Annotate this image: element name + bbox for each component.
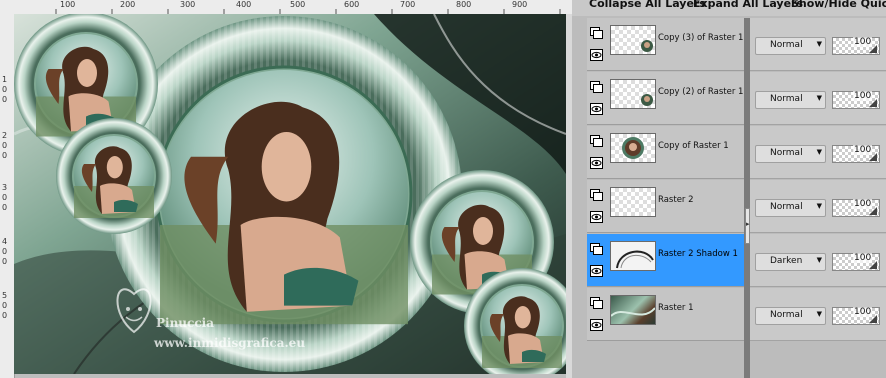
ruler-label: 0 <box>2 311 8 320</box>
show-hide-quick-button[interactable]: Show/Hide Quick S <box>791 0 886 10</box>
layer-properties-row: Darken ▼ 100 <box>750 234 886 287</box>
layer-row[interactable]: Raster 2 Shadow 1 <box>587 234 745 287</box>
layer-thumbnail <box>610 187 656 217</box>
blend-mode-value: Normal <box>770 202 803 212</box>
ruler-label: 0 <box>2 203 8 212</box>
ruler-label: 0 <box>2 151 8 160</box>
blend-mode-dropdown[interactable]: Normal ▼ <box>755 91 826 109</box>
layer-thumbnail <box>610 133 656 163</box>
layer-thumbnail <box>610 25 656 55</box>
layer-name: Copy of Raster 1 <box>658 141 729 151</box>
layer-thumbnail <box>610 295 656 325</box>
layer-row[interactable]: Copy (3) of Raster 1 <box>587 18 745 71</box>
opacity-ramp-icon <box>869 153 877 161</box>
ruler-label: 0 <box>2 141 8 150</box>
chevron-down-icon: ▼ <box>816 40 822 48</box>
watermark-site: www.inmidisgrafica.eu <box>154 336 306 350</box>
layer-properties-row: Normal ▼ 100 <box>750 18 886 71</box>
eye-icon[interactable] <box>590 49 603 61</box>
opacity-slider[interactable]: 100 <box>832 37 880 55</box>
ruler-label: 0 <box>2 85 8 94</box>
layer-row[interactable]: Copy of Raster 1 <box>587 126 745 179</box>
ruler-label: 2 <box>2 131 8 140</box>
opacity-slider[interactable]: 100 <box>832 253 880 271</box>
ruler-label: 5 <box>2 291 8 300</box>
layer-row[interactable]: Copy (2) of Raster 1 <box>587 72 745 125</box>
layer-list: Copy (3) of Raster 1 Copy (2) of Raster 1… <box>587 18 745 378</box>
blend-mode-value: Normal <box>770 148 803 158</box>
opacity-slider[interactable]: 100 <box>832 145 880 163</box>
chevron-down-icon: ▼ <box>816 256 822 264</box>
expand-all-layers-button[interactable]: Expand All Layers <box>693 0 803 10</box>
layer-name: Raster 2 Shadow 1 <box>658 249 738 259</box>
layer-name: Raster 2 <box>658 195 694 205</box>
ruler-label: 0 <box>2 257 8 266</box>
watermark-name: Pinuccia <box>156 316 214 330</box>
ruler-label: 0 <box>2 247 8 256</box>
chevron-down-icon: ▼ <box>816 202 822 210</box>
layer-row[interactable]: Raster 2 <box>587 180 745 233</box>
blend-mode-dropdown[interactable]: Normal ▼ <box>755 37 826 55</box>
opacity-slider[interactable]: 100 <box>832 199 880 217</box>
blend-mode-value: Normal <box>770 310 803 320</box>
eye-icon[interactable] <box>590 265 603 277</box>
opacity-ramp-icon <box>869 315 877 323</box>
blend-mode-value: Normal <box>770 94 803 104</box>
layer-properties-row: Normal ▼ 100 <box>750 288 886 341</box>
opacity-ramp-icon <box>869 45 877 53</box>
layer-mask-icon[interactable] <box>590 27 603 39</box>
blend-mode-dropdown[interactable]: Normal ▼ <box>755 145 826 163</box>
layer-properties-row: Normal ▼ 100 <box>750 72 886 125</box>
eye-icon[interactable] <box>590 319 603 331</box>
layer-mask-icon[interactable] <box>590 297 603 309</box>
horizontal-ruler: 100 200 300 400 500 600 700 800 900 <box>0 0 572 15</box>
ruler-label: 4 <box>2 237 8 246</box>
ruler-label: 0 <box>2 301 8 310</box>
layer-thumbnail <box>610 79 656 109</box>
blend-mode-dropdown[interactable]: Darken ▼ <box>755 253 826 271</box>
ruler-label: 0 <box>2 193 8 202</box>
opacity-ramp-icon <box>869 99 877 107</box>
eye-icon[interactable] <box>590 157 603 169</box>
layers-toolbar: Collapse All Layers Expand All Layers Sh… <box>572 0 886 16</box>
layer-name: Copy (3) of Raster 1 <box>658 33 744 43</box>
layers-palette: Collapse All Layers Expand All Layers Sh… <box>572 0 886 378</box>
chevron-down-icon: ▼ <box>816 148 822 156</box>
vertical-ruler: 1 0 0 2 0 0 3 0 0 4 0 0 5 0 0 <box>0 14 15 378</box>
layer-mask-icon[interactable] <box>590 189 603 201</box>
ruler-label: 1 <box>2 75 8 84</box>
image-canvas-area[interactable]: 100 200 300 400 500 600 700 800 900 1 0 … <box>0 0 572 378</box>
chevron-down-icon: ▼ <box>816 310 822 318</box>
opacity-slider[interactable]: 100 <box>832 307 880 325</box>
blend-mode-value: Darken <box>770 256 803 266</box>
layer-mask-icon[interactable] <box>590 243 603 255</box>
eye-icon[interactable] <box>590 211 603 223</box>
ruler-label: 3 <box>2 183 8 192</box>
layer-row[interactable]: Raster 1 <box>587 288 745 341</box>
collapse-all-layers-button[interactable]: Collapse All Layers <box>589 0 706 10</box>
layer-name: Raster 1 <box>658 303 694 313</box>
layer-properties-row: Normal ▼ 100 <box>750 180 886 233</box>
artwork-image[interactable]: Pinuccia www.inmidisgrafica.eu <box>14 14 566 374</box>
layer-properties-row: Normal ▼ 100 <box>750 126 886 179</box>
ruler-label: 0 <box>2 95 8 104</box>
blend-mode-value: Normal <box>770 40 803 50</box>
layer-thumbnail <box>610 241 656 271</box>
artwork-composition <box>14 14 566 374</box>
opacity-ramp-icon <box>869 207 877 215</box>
blend-mode-dropdown[interactable]: Normal ▼ <box>755 307 826 325</box>
layer-name: Copy (2) of Raster 1 <box>658 87 744 97</box>
layer-properties-column: Normal ▼ 100 Normal ▼ 100 Normal ▼ 100 Normal ▼ 100… <box>750 18 886 378</box>
blend-mode-dropdown[interactable]: Normal ▼ <box>755 199 826 217</box>
opacity-slider[interactable]: 100 <box>832 91 880 109</box>
chevron-down-icon: ▼ <box>816 94 822 102</box>
opacity-ramp-icon <box>869 261 877 269</box>
eye-icon[interactable] <box>590 103 603 115</box>
layer-mask-icon[interactable] <box>590 135 603 147</box>
layer-mask-icon[interactable] <box>590 81 603 93</box>
ruler-ticks <box>55 9 561 14</box>
